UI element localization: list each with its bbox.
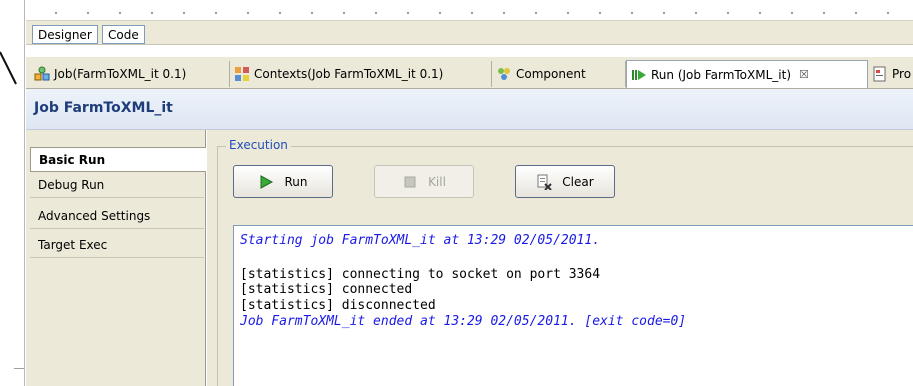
console-line: Job FarmToXML_it ended at 13:29 02/05/20… bbox=[240, 314, 687, 329]
editor-tab-job[interactable]: Job(FarmToXML_it 0.1) bbox=[30, 61, 230, 87]
console-line: [statistics] connected bbox=[240, 282, 413, 297]
run-button-label: Run bbox=[284, 174, 308, 189]
editor-tab-run[interactable]: Run (Job FarmToXML_it) ☒ bbox=[626, 60, 868, 88]
run-options-nav: Basic Run Debug Run Advanced Settings Ta… bbox=[26, 130, 206, 386]
editor-tab-label: Pro bbox=[892, 67, 912, 81]
kill-button-label: Kill bbox=[428, 174, 446, 189]
editor-tab-contexts[interactable]: Contexts(Job FarmToXML_it 0.1) bbox=[230, 61, 492, 87]
editor-tab-label: Component bbox=[516, 67, 586, 81]
run-icon bbox=[632, 69, 646, 80]
nav-item-target-exec[interactable]: Target Exec bbox=[30, 233, 204, 258]
page-title: Job FarmToXML_it bbox=[34, 100, 173, 116]
ruler-strip bbox=[26, 0, 913, 20]
editor-tabs-bar: Job(FarmToXML_it 0.1) Contexts(Job FarmT… bbox=[26, 57, 913, 89]
gutter-marker bbox=[14, 368, 24, 369]
play-icon bbox=[260, 174, 274, 189]
nav-item-debug-run[interactable]: Debug Run bbox=[30, 173, 204, 198]
editor-tab-properties[interactable]: Pro bbox=[868, 61, 913, 87]
console-line: Starting job FarmToXML_it at 13:29 02/05… bbox=[240, 233, 601, 248]
ruler-dots bbox=[40, 12, 913, 14]
run-button[interactable]: Run bbox=[233, 165, 333, 198]
clear-button-label: Clear bbox=[562, 174, 594, 189]
editor-tab-component[interactable]: Component bbox=[492, 61, 626, 87]
job-title-bar: Job FarmToXML_it bbox=[26, 89, 913, 130]
nav-item-basic-run[interactable]: Basic Run bbox=[30, 147, 206, 172]
tab-designer[interactable]: Designer bbox=[32, 25, 98, 44]
clear-button[interactable]: Clear bbox=[515, 165, 615, 198]
stop-icon bbox=[404, 176, 416, 187]
console-output[interactable]: Starting job FarmToXML_it at 13:29 02/05… bbox=[233, 225, 913, 386]
editor-tab-label: Run (Job FarmToXML_it) bbox=[651, 67, 791, 82]
job-icon bbox=[34, 66, 50, 81]
close-tab-icon[interactable]: ☒ bbox=[799, 68, 809, 81]
kill-button[interactable]: Kill bbox=[374, 165, 474, 198]
console-line: [statistics] connecting to socket on por… bbox=[240, 267, 601, 282]
execution-legend: Execution bbox=[226, 138, 291, 152]
tab-code[interactable]: Code bbox=[102, 25, 145, 44]
properties-icon bbox=[873, 66, 886, 82]
console-line: [statistics] disconnected bbox=[240, 298, 436, 313]
component-icon bbox=[498, 68, 510, 80]
nav-item-advanced-settings[interactable]: Advanced Settings bbox=[30, 204, 204, 229]
gutter-divider bbox=[24, 0, 25, 386]
designer-code-bar: Designer Code bbox=[26, 20, 913, 45]
collapse-arrow-icon[interactable] bbox=[0, 50, 24, 110]
clear-console-icon bbox=[537, 174, 553, 190]
editor-tab-label: Contexts(Job FarmToXML_it 0.1) bbox=[254, 67, 444, 81]
editor-tab-label: Job(FarmToXML_it 0.1) bbox=[54, 67, 187, 81]
contexts-icon bbox=[235, 67, 249, 81]
